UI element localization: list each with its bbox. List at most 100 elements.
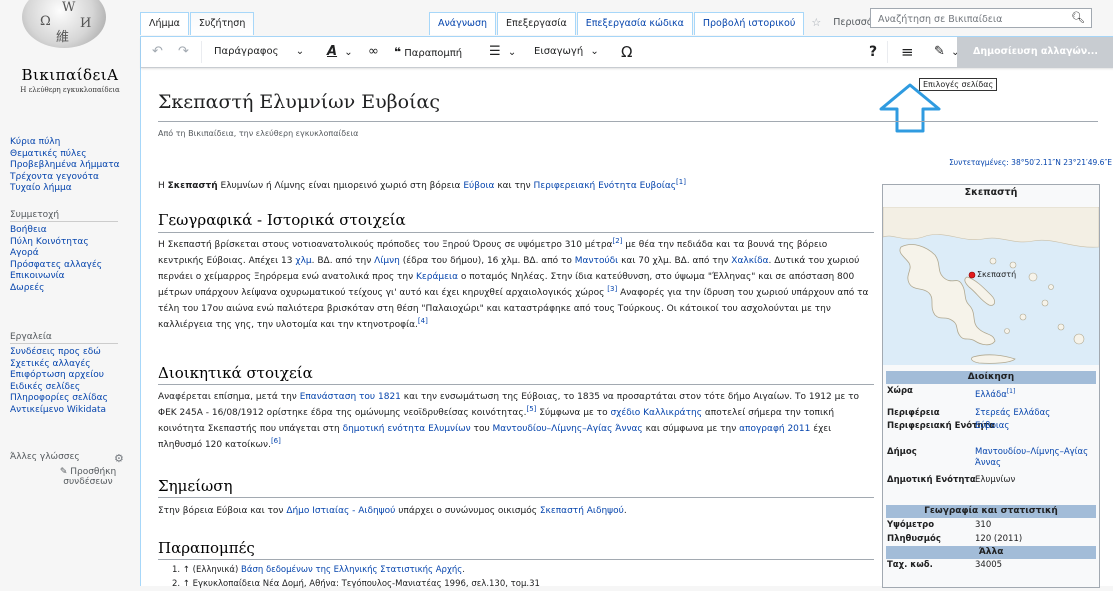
participation-portal: Συμμετοχή Βοήθεια Πύλη Κοινότητας Αγορά … <box>10 210 136 294</box>
section-divider <box>158 497 874 498</box>
wiki-link[interactable]: [4] <box>418 317 428 325</box>
wikipedia-logo[interactable]: ΩWИ維 ΒικιπαίδειΑ Η ελεύθερη εγκυκλοπαίδε… <box>0 0 140 110</box>
special-characters-icon[interactable]: Ω <box>621 37 632 67</box>
wiki-link[interactable]: Βάση δεδομένων της Ελληνικής Στατιστικής… <box>241 565 462 575</box>
insert-label: Εισαγωγή <box>534 46 584 57</box>
footnote-ref: [3] <box>607 285 617 293</box>
wiki-link[interactable]: Μαντουδίου–Λίμνης–Αγίας Άννας <box>493 424 643 434</box>
wiki-link[interactable]: απογραφή 2011 <box>739 424 810 434</box>
arrow-up-icon <box>879 83 941 133</box>
add-links-line2: συνδέσεων <box>63 477 113 487</box>
tab-history[interactable]: Προβολή ιστορικού <box>693 12 805 35</box>
geo-paragraph: Η Σκεπαστή βρίσκεται στους νοτιοανατολικ… <box>158 237 869 331</box>
wiki-link[interactable]: Περιφερειακή Ενότητα Ευβοίας <box>533 181 676 191</box>
infobox-value[interactable]: Εύβοιας <box>975 421 1095 432</box>
wiki-link[interactable]: [2] <box>612 237 622 245</box>
participation-heading: Συμμετοχή <box>10 210 118 222</box>
wiki-link[interactable]: Σκεπαστή Αιδηψού <box>540 506 624 516</box>
cite-button[interactable]: ❝ Παραπομπή <box>394 37 462 67</box>
gear-icon[interactable]: ⚙ <box>114 452 124 465</box>
list-dropdown[interactable]: ☰ ⌄ <box>489 37 516 67</box>
toolbar-separator <box>201 41 202 63</box>
wiki-link[interactable]: Εύβοια <box>463 181 494 191</box>
nav-contact[interactable]: Επικοινωνία <box>10 271 136 283</box>
nav-community[interactable]: Πύλη Κοινότητας <box>10 237 136 249</box>
wiki-link[interactable]: Κεράμεια <box>416 272 458 282</box>
intro-paragraph: Η Σκεπαστή Ελυμνίων ή Λίμνης είναι ημιορ… <box>158 178 686 192</box>
search-icon[interactable]: 🔍︎ <box>1071 11 1085 24</box>
redo-icon[interactable]: ↷ <box>178 37 189 67</box>
wiki-link[interactable]: Λίμνη <box>374 256 400 266</box>
section-heading-note: Σημείωση <box>158 477 233 495</box>
add-language-links[interactable]: ✎ Προσθήκη συνδέσεων <box>58 467 118 487</box>
tab-talk[interactable]: Συζήτηση <box>189 12 255 35</box>
text-style-icon: A <box>327 44 338 59</box>
infobox-label: Υψόμετρο <box>887 520 935 530</box>
wiki-link[interactable]: Χαλκίδα <box>731 256 768 266</box>
nav-portals[interactable]: Θεματικές πύλες <box>10 149 136 161</box>
languages-section: Άλλες γλώσσες ⚙ <box>10 452 124 465</box>
insert-dropdown[interactable]: Εισαγωγή ⌄ <box>534 37 599 67</box>
tool-related-changes[interactable]: Σχετικές αλλαγές <box>10 359 136 371</box>
editor-switch-dropdown[interactable]: ✎ ⌄ <box>934 37 959 67</box>
infobox-value[interactable]: Στερεάς Ελλάδας <box>975 408 1095 419</box>
tool-wikidata[interactable]: Αντικείμενο Wikidata <box>10 405 136 417</box>
link-icon[interactable]: ∞ <box>368 37 379 67</box>
wiki-link[interactable]: Επανάσταση του 1821 <box>300 392 401 402</box>
nav-help[interactable]: Βοήθεια <box>10 225 136 237</box>
nav-random[interactable]: Τυχαίο λήμμα <box>10 183 136 195</box>
tab-edit-source[interactable]: Επεξεργασία κώδικα <box>576 12 693 35</box>
wiki-link[interactable]: [3] <box>607 285 617 293</box>
search-input[interactable] <box>876 11 1070 27</box>
wiki-link[interactable]: σχέδιο Καλλικράτης <box>610 408 702 418</box>
location-map[interactable]: Σκεπαστή <box>883 207 1099 365</box>
footnote-ref: [2] <box>612 237 622 245</box>
wiki-link[interactable]: Μαντούδι <box>575 256 618 266</box>
view-tabs: Ανάγνωση Επεξεργασία Επεξεργασία κώδικα … <box>429 12 913 36</box>
tool-special-pages[interactable]: Ειδικές σελίδες <box>10 382 136 394</box>
toolbar-separator <box>887 41 888 63</box>
section-heading-geo: Γεωγραφικά - Ιστορικά στοιχεία <box>158 211 406 229</box>
paragraph-format-dropdown[interactable]: Παράγραφος ⌄ <box>214 37 304 67</box>
nav-main-page[interactable]: Κύρια πύλη <box>10 137 136 149</box>
publish-changes-button[interactable]: Δημοσίευση αλλαγών... <box>957 37 1113 67</box>
star-icon[interactable]: ☆ <box>805 12 827 34</box>
text-style-dropdown[interactable]: A ⌄ <box>327 37 353 67</box>
footnote-ref[interactable]: [1] <box>1007 388 1016 395</box>
section-heading-refs: Παραπομπές <box>158 539 255 557</box>
wiki-link[interactable]: [5] <box>527 405 537 413</box>
nav-donate[interactable]: Δωρεές <box>10 283 136 295</box>
nav-recent-changes[interactable]: Πρόσφατες αλλαγές <box>10 260 136 272</box>
wordmark: ΒικιπαίδειΑ <box>21 66 119 84</box>
tab-edit[interactable]: Επεξεργασία <box>497 12 576 35</box>
content-area: ↶ ↷ Παράγραφος ⌄ A ⌄ ∞ ❝ Παραπομπή ☰ ⌄ Ε… <box>140 36 1113 589</box>
tab-article[interactable]: Λήμμα <box>140 12 189 35</box>
infobox-label: Χώρα <box>887 386 913 396</box>
infobox-section-geo: Γεωγραφία και στατιστική <box>886 505 1096 518</box>
nav-featured[interactable]: Προβεβλημένα λήμματα <box>10 160 136 172</box>
wiki-link[interactable]: [6] <box>271 437 281 445</box>
wiki-link[interactable]: δημοτική ενότητα Ελυμνίων <box>343 424 471 434</box>
coordinates-link[interactable]: Συντεταγμένες: 38°50′2.11″N 23°21′49.6″E <box>949 158 1112 167</box>
nav-village-pump[interactable]: Αγορά <box>10 248 136 260</box>
nav-current-events[interactable]: Τρέχοντα γεγονότα <box>10 172 136 184</box>
infobox-section-admin: Διοίκηση <box>886 371 1096 384</box>
greece-map <box>883 207 1099 364</box>
footnote-ref: [5] <box>527 405 537 413</box>
wiki-link[interactable]: Δήμο Ιστιαίας - Αιδηψού <box>286 506 395 516</box>
search-box: 🔍︎ <box>870 8 1092 28</box>
tool-page-info[interactable]: Πληροφορίες σελίδας <box>10 393 136 405</box>
tool-what-links-here[interactable]: Συνδέσεις προς εδώ <box>10 347 136 359</box>
wiki-link[interactable]: χλμ <box>295 256 311 266</box>
tab-read[interactable]: Ανάγνωση <box>429 12 496 35</box>
infobox-value[interactable]: Μαντουδίου–Λίμνης–Αγίας Άννας <box>975 447 1095 469</box>
help-icon[interactable]: ? <box>869 37 877 67</box>
infobox-value[interactable]: Ελλάδα[1] <box>975 386 1095 401</box>
infobox-value: 34005 <box>975 560 1003 570</box>
wiki-link[interactable]: [1] <box>676 178 686 186</box>
tool-upload[interactable]: Επιφόρτωση αρχείου <box>10 370 136 382</box>
undo-icon[interactable]: ↶ <box>152 37 163 67</box>
page-options-menu-icon[interactable]: ≡ <box>901 37 914 67</box>
list-icon: ☰ <box>489 44 501 59</box>
section-divider <box>158 559 874 560</box>
